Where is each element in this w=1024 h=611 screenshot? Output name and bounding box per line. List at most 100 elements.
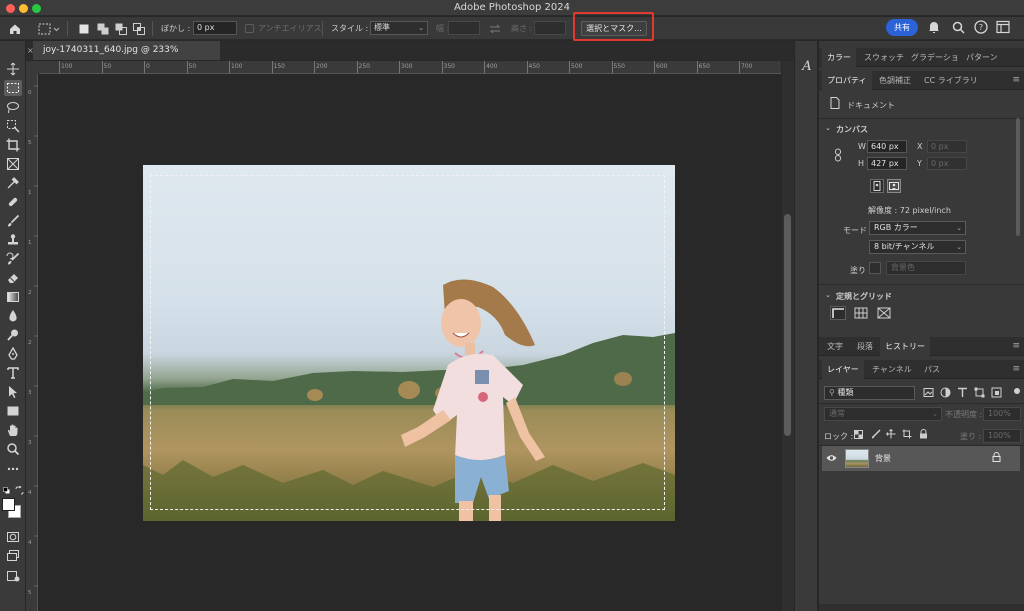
move-tool-icon[interactable] (4, 61, 22, 77)
lock-pixels-icon[interactable] (871, 429, 881, 439)
healing-brush-tool-icon[interactable] (4, 194, 22, 210)
tab-cc-libraries[interactable]: CC ライブラリ (919, 71, 983, 90)
layer-name[interactable]: 背景 (875, 453, 891, 464)
clone-stamp-tool-icon[interactable] (4, 232, 22, 248)
bit-depth-select[interactable]: 8 bit/チャンネル ⌄ (869, 240, 966, 254)
tab-patterns[interactable]: パターン (961, 48, 1003, 67)
type-tool-icon[interactable] (4, 365, 22, 381)
screen-mode-icon[interactable] (4, 548, 22, 564)
style-select[interactable]: 標準 ⌄ (370, 21, 428, 35)
horizontal-ruler[interactable]: 100 50 0 50 100 150 200 250 300 350 400 450 500 550 60… (40, 61, 795, 74)
chevron-down-icon[interactable]: ⌄ (825, 124, 831, 132)
tab-swatches[interactable]: スウォッチ (859, 48, 909, 67)
tab-paragraph[interactable]: 段落 (852, 337, 878, 356)
color-mode-select[interactable]: RGB カラー ⌄ (869, 221, 966, 235)
add-selection-icon[interactable] (97, 17, 109, 40)
antialias-checkbox[interactable] (245, 17, 254, 40)
filter-type-icon[interactable] (957, 387, 968, 398)
edit-toolbar-icon[interactable] (4, 568, 22, 584)
dodge-tool-icon[interactable] (4, 327, 22, 343)
foreground-color-swatch[interactable] (2, 498, 15, 511)
layer-thumbnail[interactable] (845, 449, 869, 468)
eye-icon[interactable] (826, 454, 837, 462)
crop-tool-icon[interactable] (4, 137, 22, 153)
guides-toggle-icon[interactable] (877, 307, 891, 319)
workspace-icon[interactable] (996, 20, 1010, 34)
rulers-toggle-icon[interactable] (830, 306, 846, 320)
swap-dimensions-icon[interactable] (489, 17, 501, 40)
marquee-preset-icon[interactable] (38, 17, 60, 40)
document-tab[interactable]: joy-1740311_640.jpg @ 233% (RGB/8#) (33, 41, 221, 74)
tab-paths[interactable]: パス (919, 360, 945, 379)
intersect-selection-icon[interactable] (133, 17, 145, 40)
lock-transparency-icon[interactable] (854, 430, 863, 439)
tab-layers[interactable]: レイヤー (822, 360, 864, 379)
opacity-field[interactable]: 100% (983, 407, 1021, 421)
tab-properties[interactable]: プロパティ (822, 71, 872, 90)
object-selection-tool-icon[interactable] (4, 118, 22, 134)
swap-colors-icon[interactable] (15, 486, 24, 495)
chevron-down-icon[interactable]: ⌄ (825, 291, 831, 299)
filter-toggle[interactable] (1014, 388, 1020, 394)
share-button[interactable]: 共有 (886, 19, 918, 36)
history-brush-tool-icon[interactable] (4, 251, 22, 267)
fill-color-swatch[interactable] (869, 262, 881, 274)
canvas-height-field[interactable]: 427 px (867, 157, 907, 170)
tab-history[interactable]: ヒストリー (880, 337, 930, 356)
panel-menu-icon[interactable]: ≡ (1012, 341, 1020, 351)
panel-menu-icon[interactable]: ≡ (1012, 75, 1020, 85)
canvas-fill-select[interactable]: 背景色 (886, 261, 966, 275)
height-input[interactable] (534, 21, 566, 35)
tab-gradients[interactable]: グラデーショ (906, 48, 964, 67)
home-icon[interactable] (8, 17, 22, 40)
selection-marquee[interactable] (150, 175, 665, 510)
search-icon[interactable] (952, 21, 965, 34)
blend-mode-select[interactable]: 通常 ⌄ (824, 407, 942, 421)
canvas-y-field[interactable]: 0 px (927, 157, 967, 170)
panel-menu-icon[interactable]: ≡ (1012, 364, 1020, 374)
bell-icon[interactable] (928, 20, 940, 34)
path-selection-tool-icon[interactable] (4, 384, 22, 400)
tab-color[interactable]: カラー (822, 48, 856, 67)
tab-channels[interactable]: チャンネル (867, 360, 917, 379)
hand-tool-icon[interactable] (4, 422, 22, 438)
lock-icon[interactable] (992, 452, 1001, 462)
canvas-width-field[interactable]: 640 px (867, 140, 907, 153)
layer-fill-field[interactable]: 100% (983, 429, 1021, 443)
help-icon[interactable]: ? (974, 20, 988, 34)
canvas-x-field[interactable]: 0 px (927, 140, 967, 153)
feather-input[interactable]: 0 px (193, 21, 237, 35)
lock-all-icon[interactable] (919, 429, 928, 439)
link-icon[interactable] (834, 148, 842, 162)
filter-smart-object-icon[interactable] (991, 387, 1002, 398)
width-input[interactable] (448, 21, 480, 35)
ruler-origin[interactable] (26, 61, 40, 74)
default-colors-icon[interactable] (3, 487, 10, 494)
grid-toggle-icon[interactable] (854, 307, 868, 319)
brush-tool-icon[interactable] (4, 213, 22, 229)
filter-adjustment-icon[interactable] (940, 387, 951, 398)
gradient-tool-icon[interactable] (4, 289, 22, 305)
filter-shape-icon[interactable] (974, 387, 985, 398)
layer-filter-select[interactable]: ⚲ 種類 (824, 386, 915, 400)
zoom-tool-icon[interactable] (4, 441, 22, 457)
eyedropper-tool-icon[interactable] (4, 175, 22, 191)
lasso-tool-icon[interactable] (4, 99, 22, 115)
new-selection-icon[interactable] (78, 17, 90, 40)
blur-tool-icon[interactable] (4, 308, 22, 324)
glyphs-icon[interactable]: A (800, 58, 814, 72)
rectangular-marquee-tool-icon[interactable] (4, 80, 22, 96)
portrait-orientation-icon[interactable] (870, 179, 884, 193)
vertical-scrollbar-thumb[interactable] (784, 214, 791, 436)
subtract-selection-icon[interactable] (115, 17, 127, 40)
more-tools-icon[interactable] (4, 461, 22, 477)
properties-scrollbar[interactable] (1016, 118, 1020, 236)
rectangle-tool-icon[interactable] (4, 403, 22, 419)
vertical-ruler[interactable]: 0 5 1 1 2 2 3 3 4 4 5 (26, 74, 38, 611)
quick-mask-icon[interactable] (4, 529, 22, 545)
canvas-section-header[interactable]: カンバス (836, 124, 868, 135)
tab-adjustments[interactable]: 色調補正 (874, 71, 916, 90)
lock-artboard-icon[interactable] (902, 429, 912, 439)
tab-character[interactable]: 文字 (822, 337, 848, 356)
frame-tool-icon[interactable] (4, 156, 22, 172)
